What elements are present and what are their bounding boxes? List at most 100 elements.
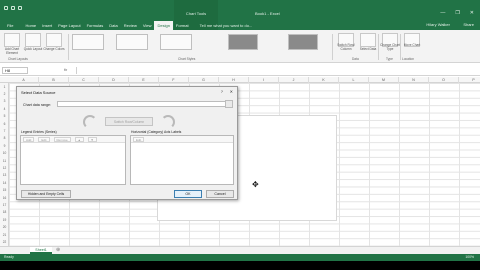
tab-formulas[interactable]: Formulas [84, 23, 107, 30]
cancel-button[interactable]: Cancel [206, 190, 234, 198]
add-series-button[interactable]: Add [23, 136, 35, 142]
change-chart-type-label: Change Chart Type [380, 43, 400, 51]
chart-style-1[interactable] [72, 34, 104, 50]
switch-row-column-label: Switch Row/ Column [337, 43, 355, 51]
select-data-source-dialog: Select Data Source ? ✕ Chart data range:… [16, 86, 238, 200]
tab-design[interactable]: Design [154, 21, 173, 30]
status-text: Ready [4, 255, 14, 259]
sheet-tab-sheet1[interactable]: Sheet1 [30, 247, 52, 254]
group-data: Data [352, 57, 359, 61]
zoom-level[interactable]: 100% [465, 255, 474, 259]
row-header[interactable]: 12 [0, 166, 9, 170]
minimize-icon[interactable]: — [440, 10, 445, 16]
row-header[interactable]: 16 [0, 196, 9, 200]
document-title: Book1 - Excel [255, 11, 280, 16]
switch-arrow-left-icon [83, 115, 97, 129]
row-header[interactable]: 3 [0, 99, 9, 103]
ribbon-separator [68, 34, 69, 60]
row-header[interactable]: 17 [0, 203, 9, 207]
axis-labels-label: Horizontal (Category) Axis Labels [131, 130, 182, 134]
formula-input[interactable] [76, 67, 476, 74]
group-chart-styles: Chart Styles [178, 57, 196, 61]
row-header[interactable]: 13 [0, 173, 9, 177]
row-header[interactable]: 15 [0, 188, 9, 192]
row-header[interactable]: 1 [0, 85, 9, 89]
tab-file[interactable]: File [4, 23, 16, 30]
fx-icon[interactable]: fx [64, 67, 67, 72]
tab-page-layout[interactable]: Page Layout [55, 23, 83, 30]
row-header[interactable]: 5 [0, 114, 9, 118]
sheet-tab-bar: Sheet1 ⊕ [0, 246, 480, 254]
tab-data[interactable]: Data [106, 23, 120, 30]
restore-icon[interactable]: ❐ [455, 10, 459, 16]
row-header[interactable]: 18 [0, 210, 9, 214]
dialog-title: Select Data Source [21, 90, 56, 95]
close-icon[interactable]: ✕ [470, 10, 474, 16]
ribbon-tabs: File Home Insert Page Layout Formulas Da… [0, 20, 480, 30]
chart-data-range-input[interactable] [57, 101, 227, 107]
status-bar: Ready 100% [0, 254, 480, 261]
save-icon[interactable] [4, 6, 8, 10]
row-header[interactable]: 9 [0, 144, 9, 148]
row-header[interactable]: 6 [0, 122, 9, 126]
row-header[interactable]: 11 [0, 159, 9, 163]
tab-view[interactable]: View [140, 23, 155, 30]
select-data-button[interactable] [360, 33, 376, 47]
axis-labels-list[interactable]: Edit [130, 135, 234, 185]
title-bar: Chart Tools Book1 - Excel — ❐ ✕ File Hom… [0, 0, 480, 30]
add-chart-element-button[interactable] [4, 33, 20, 47]
undo-icon[interactable] [11, 6, 15, 10]
edit-axis-button[interactable]: Edit [133, 136, 145, 142]
tab-insert[interactable]: Insert [39, 23, 55, 30]
ribbon: Add Chart Element Quick Layout Change Co… [0, 30, 480, 63]
row-header[interactable]: 10 [0, 151, 9, 155]
tab-home[interactable]: Home [22, 23, 39, 30]
chart-style-4[interactable] [228, 34, 258, 50]
name-box[interactable]: H8 [2, 67, 28, 74]
group-type: Type [386, 57, 393, 61]
quick-layout-button[interactable] [25, 33, 41, 47]
edit-series-button[interactable]: Edit [38, 136, 50, 142]
formula-bar: H8 fx [0, 64, 480, 76]
row-header[interactable]: 22 [0, 240, 9, 244]
row-header[interactable]: 14 [0, 181, 9, 185]
tab-review[interactable]: Review [121, 23, 140, 30]
chart-style-3[interactable] [160, 34, 192, 50]
dialog-close-icon[interactable]: ✕ [230, 89, 233, 94]
ok-button[interactable]: OK [174, 190, 202, 198]
tell-me-search[interactable]: Tell me what you want to do... [192, 23, 257, 30]
tab-format[interactable]: Format [173, 23, 192, 30]
row-header[interactable]: 2 [0, 92, 9, 96]
group-chart-layouts: Chart Layouts [8, 57, 28, 61]
change-colors-label: Change Colors [43, 47, 65, 51]
chart-tools-label: Chart Tools [185, 11, 207, 16]
redo-icon[interactable] [18, 6, 22, 10]
legend-entries-list[interactable]: Add Edit Remove ▲ ▼ [20, 135, 126, 185]
axis-toolbar: Edit [131, 136, 233, 143]
move-cursor-icon: ✥ [252, 180, 259, 189]
hidden-empty-cells-button[interactable]: Hidden and Empty Cells [21, 190, 71, 198]
row-header[interactable]: 4 [0, 107, 9, 111]
row-header[interactable]: 21 [0, 233, 9, 237]
user-name[interactable]: Hilary Walker [426, 22, 450, 27]
group-location: Location [402, 57, 415, 61]
add-sheet-icon[interactable]: ⊕ [56, 247, 60, 253]
row-headers: 1 2 3 4 5 6 7 8 9 10 11 12 13 14 15 16 17 18 19 20 21 22 [0, 83, 9, 246]
switch-row-column-dialog-button[interactable]: Switch Row/Column [105, 117, 153, 126]
share-button[interactable]: Share [463, 22, 474, 27]
remove-series-button[interactable]: Remove [53, 136, 71, 142]
row-header[interactable]: 7 [0, 129, 9, 133]
chart-style-5[interactable] [288, 34, 318, 50]
row-header[interactable]: 19 [0, 218, 9, 222]
row-header[interactable]: 20 [0, 225, 9, 229]
switch-arrow-right-icon [161, 115, 175, 129]
legend-entries-label: Legend Entries (Series) [21, 130, 57, 134]
help-icon[interactable]: ? [221, 89, 223, 94]
letterbox-bar [0, 261, 480, 270]
row-header[interactable]: 8 [0, 136, 9, 140]
chart-style-2[interactable] [116, 34, 148, 50]
collapse-range-icon[interactable] [225, 100, 233, 108]
move-down-icon[interactable]: ▼ [87, 136, 97, 142]
move-up-icon[interactable]: ▲ [74, 136, 84, 142]
change-colors-button[interactable] [46, 33, 62, 47]
